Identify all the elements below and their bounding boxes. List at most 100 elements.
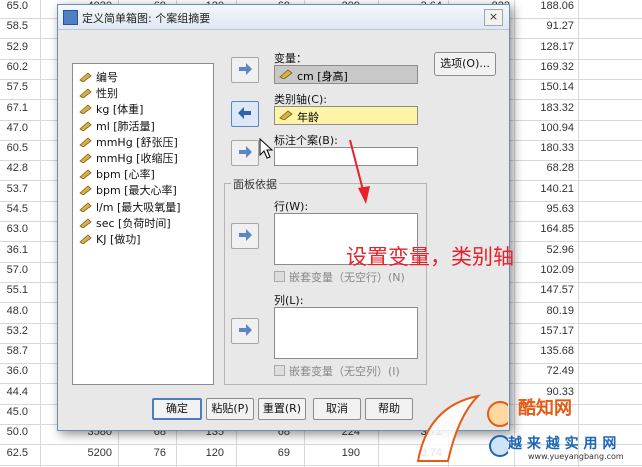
- label-cases-label: 标注个案(B):: [274, 134, 338, 147]
- list-item[interactable]: KJ [做功]: [79, 231, 141, 247]
- dialog-titlebar: 定义简单箱图: 个案组摘要 ×: [58, 5, 509, 30]
- table-cell[interactable]: 102.09: [528, 264, 574, 276]
- table-cell[interactable]: 100.94: [528, 122, 574, 134]
- table-cell[interactable]: 67.1: [0, 102, 28, 114]
- list-item[interactable]: bpm [心率]: [79, 166, 155, 182]
- move-label-button[interactable]: [231, 140, 259, 166]
- list-item-label: 编号: [96, 71, 118, 84]
- panel-group-label: 面板依据: [231, 176, 279, 192]
- table-cell[interactable]: 68.28: [528, 162, 574, 174]
- category-axis-label: 类别轴(C):: [274, 93, 327, 106]
- list-item-label: bpm [最大心率]: [96, 184, 177, 198]
- cancel-button[interactable]: 取消: [313, 398, 361, 420]
- list-item[interactable]: ml [肺活量]: [79, 118, 155, 134]
- table-cell[interactable]: 120: [184, 447, 224, 459]
- category-axis-field[interactable]: 年龄: [274, 106, 418, 125]
- table-cell[interactable]: 180.33: [528, 142, 574, 154]
- move-variable-button[interactable]: [231, 57, 259, 83]
- table-cell[interactable]: 52.9: [0, 41, 28, 53]
- table-cell[interactable]: 54.5: [0, 203, 28, 215]
- table-cell[interactable]: 188.06: [528, 0, 574, 12]
- list-item[interactable]: mmHg [收缩压]: [79, 150, 178, 166]
- table-cell[interactable]: 63.0: [0, 223, 28, 235]
- cols-nest-checkbox[interactable]: 嵌套变量（无空列）(I): [274, 363, 400, 379]
- ruler-icon: [79, 234, 92, 244]
- cols-label: 列(L):: [274, 294, 304, 307]
- list-item[interactable]: kg [体重]: [79, 101, 143, 117]
- table-cell[interactable]: 183.32: [528, 102, 574, 114]
- list-item-label: kg [体重]: [96, 103, 144, 117]
- list-item[interactable]: mmHg [舒张压]: [79, 134, 178, 150]
- table-cell[interactable]: 76: [130, 447, 166, 459]
- ok-button[interactable]: 确定: [152, 398, 202, 420]
- arrow-left-icon: [238, 107, 251, 119]
- table-cell[interactable]: 150.14: [528, 81, 574, 93]
- list-item[interactable]: l/m [最大吸氧量]: [79, 199, 181, 215]
- table-cell[interactable]: 53.7: [0, 183, 28, 195]
- table-cell[interactable]: 48.0: [0, 305, 28, 317]
- table-cell[interactable]: 169.32: [528, 61, 574, 73]
- ruler-icon: [279, 69, 293, 79]
- table-cell[interactable]: 36.1: [0, 244, 28, 256]
- variable-value: cm [身高]: [297, 70, 348, 83]
- table-cell[interactable]: 47.0: [0, 122, 28, 134]
- table-cell[interactable]: 65.0: [0, 0, 28, 12]
- table-cell[interactable]: 44.4: [0, 386, 28, 398]
- list-item-label: mmHg [收缩压]: [96, 152, 178, 165]
- reset-button[interactable]: 重置(R): [258, 398, 306, 420]
- list-item[interactable]: 性别: [79, 85, 118, 101]
- close-button[interactable]: ×: [484, 9, 503, 26]
- table-cell[interactable]: 60.5: [0, 142, 28, 154]
- table-cell[interactable]: 55.1: [0, 284, 28, 296]
- options-button[interactable]: 选项(O)...: [434, 52, 496, 76]
- list-item-label: mmHg [舒张压]: [96, 135, 178, 149]
- help-button[interactable]: 帮助: [365, 398, 413, 420]
- table-cell[interactable]: 50.0: [0, 426, 28, 438]
- table-cell[interactable]: 60.2: [0, 61, 28, 73]
- table-cell[interactable]: 91.27: [528, 20, 574, 32]
- list-item[interactable]: sec [负荷时间]: [79, 215, 171, 231]
- table-cell[interactable]: 57.5: [0, 81, 28, 93]
- table-cell[interactable]: 135.68: [528, 345, 574, 357]
- variable-list[interactable]: 编号性别 kg [体重] ml [肺活量] mmHg [舒张压] mmHg [收缩压] b…: [72, 63, 214, 385]
- rows-nest-checkbox[interactable]: 嵌套变量（无空行）(N): [274, 269, 405, 285]
- ruler-icon: [79, 72, 92, 82]
- table-cell[interactable]: 45.0: [0, 406, 28, 418]
- table-cell[interactable]: 190: [320, 447, 360, 459]
- list-item-label: bpm [心率]: [96, 168, 155, 182]
- table-cell[interactable]: 57.0: [0, 264, 28, 276]
- table-cell[interactable]: 164.85: [528, 223, 574, 235]
- variable-field[interactable]: cm [身高]: [274, 65, 418, 84]
- ruler-icon: [79, 104, 92, 115]
- table-cell[interactable]: 95.63: [528, 203, 574, 215]
- mouse-cursor-icon: [259, 138, 273, 159]
- watermark: 酷知网 越 来 越 实 用 网 www.yueyangbang.com: [408, 386, 642, 467]
- table-cell[interactable]: 128.17: [528, 41, 574, 53]
- ruler-icon: [79, 185, 92, 196]
- ruler-icon: [79, 153, 92, 163]
- table-cell[interactable]: 140.21: [528, 183, 574, 195]
- list-item-label: 性别: [96, 87, 118, 101]
- table-cell[interactable]: 5200: [64, 447, 112, 459]
- table-cell[interactable]: 72.49: [528, 365, 574, 377]
- list-item-label: ml [肺活量]: [96, 119, 155, 133]
- list-item[interactable]: 编号: [79, 69, 118, 85]
- table-cell[interactable]: 157.17: [528, 325, 574, 337]
- cols-listbox[interactable]: [274, 307, 418, 359]
- table-cell[interactable]: 80.19: [528, 305, 574, 317]
- list-item[interactable]: bpm [最大心率]: [79, 182, 177, 198]
- list-item-label: KJ [做功]: [96, 233, 141, 246]
- table-cell[interactable]: 147.57: [528, 284, 574, 296]
- table-cell[interactable]: 58.5: [0, 20, 28, 32]
- table-cell[interactable]: 69: [250, 447, 290, 459]
- table-cell[interactable]: 58.7: [0, 345, 28, 357]
- paste-button[interactable]: 粘贴(P): [206, 398, 254, 420]
- table-cell[interactable]: 52.96: [528, 244, 574, 256]
- move-category-button[interactable]: [231, 101, 259, 127]
- table-cell[interactable]: 42.8: [0, 162, 28, 174]
- table-cell[interactable]: 62.5: [0, 447, 28, 459]
- table-cell[interactable]: 53.2: [0, 325, 28, 337]
- table-cell[interactable]: 36.0: [0, 365, 28, 377]
- ruler-icon: [79, 169, 92, 180]
- list-item-label: sec [负荷时间]: [96, 216, 171, 230]
